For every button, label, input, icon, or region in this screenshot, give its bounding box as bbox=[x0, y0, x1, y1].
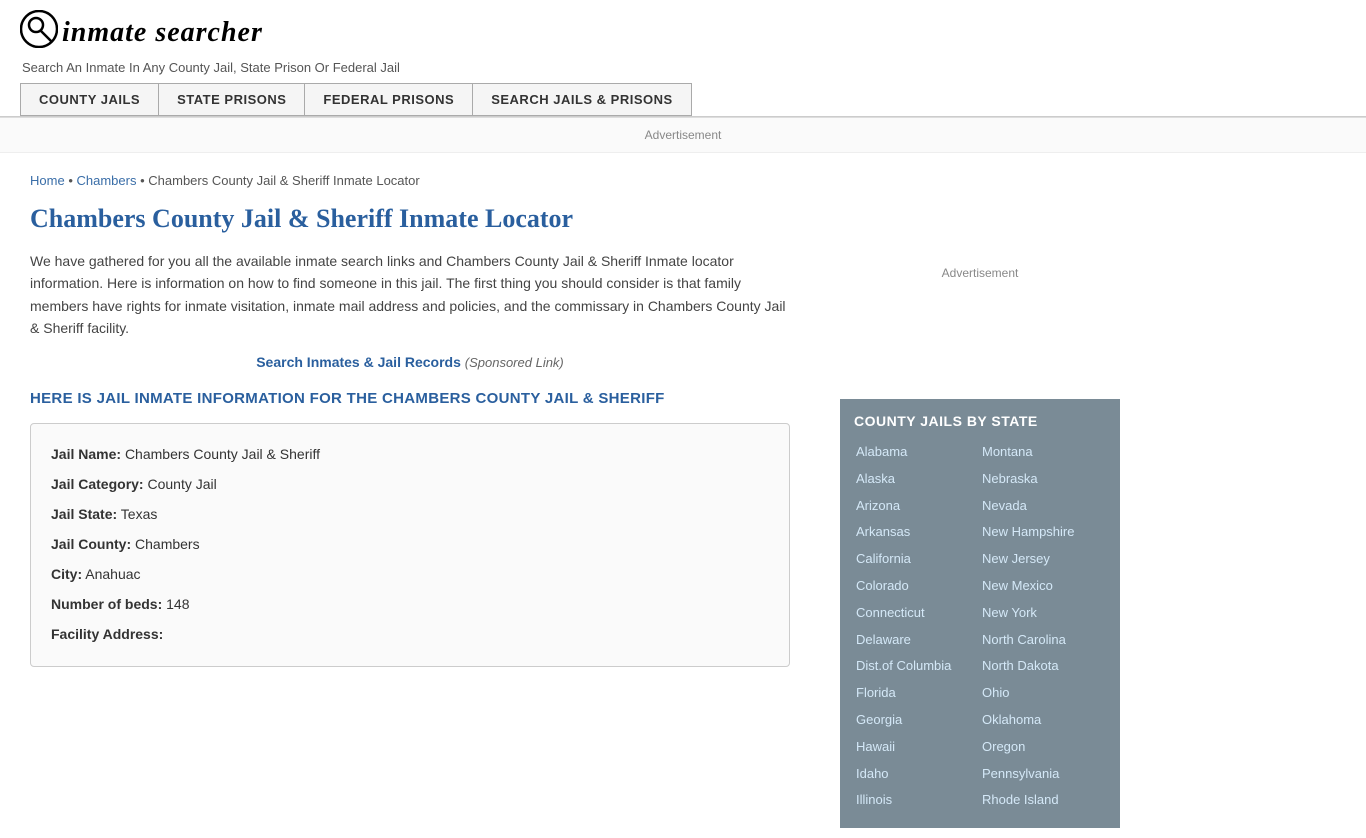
state-link[interactable]: Alabama bbox=[854, 439, 980, 466]
state-link[interactable]: New Hampshire bbox=[980, 519, 1106, 546]
breadcrumb: Home • Chambers • Chambers County Jail &… bbox=[30, 173, 790, 188]
jail-category-label: Jail Category: bbox=[51, 476, 144, 492]
address-field: Facility Address: bbox=[51, 620, 769, 648]
main-layout: Home • Chambers • Chambers County Jail &… bbox=[0, 153, 1366, 838]
nav-federal-prisons[interactable]: FEDERAL PRISONS bbox=[304, 83, 473, 116]
jail-info-box: Jail Name: Chambers County Jail & Sherif… bbox=[30, 423, 790, 667]
logo-area: inmate searcher bbox=[20, 10, 1346, 56]
beds-field: Number of beds: 148 bbox=[51, 590, 769, 618]
state-link[interactable]: New York bbox=[980, 600, 1106, 627]
sidebar: Advertisement COUNTY JAILS BY STATE Alab… bbox=[820, 153, 1140, 838]
states-col1: AlabamaAlaskaArizonaArkansasCaliforniaCo… bbox=[854, 439, 980, 814]
page-description: We have gathered for you all the availab… bbox=[30, 250, 790, 340]
logo-icon bbox=[20, 10, 58, 56]
beds-label: Number of beds: bbox=[51, 596, 162, 612]
jail-category-field: Jail Category: County Jail bbox=[51, 470, 769, 498]
state-link[interactable]: Florida bbox=[854, 680, 980, 707]
state-link[interactable]: New Mexico bbox=[980, 573, 1106, 600]
jail-state-value: Texas bbox=[121, 506, 158, 522]
state-link[interactable]: North Dakota bbox=[980, 653, 1106, 680]
city-value: Anahuac bbox=[85, 566, 140, 582]
state-link[interactable]: Oregon bbox=[980, 734, 1106, 761]
nav-county-jails[interactable]: COUNTY JAILS bbox=[20, 83, 159, 116]
state-link[interactable]: Nevada bbox=[980, 493, 1106, 520]
jail-county-label: Jail County: bbox=[51, 536, 131, 552]
state-link[interactable]: Nebraska bbox=[980, 466, 1106, 493]
state-link[interactable]: Delaware bbox=[854, 627, 980, 654]
info-heading: HERE IS JAIL INMATE INFORMATION FOR THE … bbox=[30, 390, 790, 407]
search-inmates-link[interactable]: Search Inmates & Jail Records bbox=[256, 354, 461, 370]
state-link[interactable]: Connecticut bbox=[854, 600, 980, 627]
breadcrumb-home[interactable]: Home bbox=[30, 173, 65, 188]
breadcrumb-chambers[interactable]: Chambers bbox=[77, 173, 137, 188]
jail-name-field: Jail Name: Chambers County Jail & Sherif… bbox=[51, 440, 769, 468]
state-link[interactable]: California bbox=[854, 546, 980, 573]
state-link[interactable]: Montana bbox=[980, 439, 1106, 466]
address-label: Facility Address: bbox=[51, 626, 163, 642]
state-link[interactable]: Pennsylvania bbox=[980, 761, 1106, 788]
city-label: City: bbox=[51, 566, 82, 582]
state-link[interactable]: Oklahoma bbox=[980, 707, 1106, 734]
county-jails-by-state: COUNTY JAILS BY STATE AlabamaAlaskaArizo… bbox=[840, 399, 1120, 828]
state-link[interactable]: Alaska bbox=[854, 466, 980, 493]
main-content: Home • Chambers • Chambers County Jail &… bbox=[0, 153, 820, 838]
jail-name-value: Chambers County Jail & Sheriff bbox=[125, 446, 320, 462]
state-link[interactable]: Idaho bbox=[854, 761, 980, 788]
jail-state-label: Jail State: bbox=[51, 506, 117, 522]
sponsored-text: (Sponsored Link) bbox=[465, 355, 564, 370]
header: inmate searcher Search An Inmate In Any … bbox=[0, 0, 1366, 117]
page-title: Chambers County Jail & Sheriff Inmate Lo… bbox=[30, 204, 790, 234]
state-link[interactable]: Colorado bbox=[854, 573, 980, 600]
states-col2: MontanaNebraskaNevadaNew HampshireNew Je… bbox=[980, 439, 1106, 814]
jail-county-field: Jail County: Chambers bbox=[51, 530, 769, 558]
search-link-area: Search Inmates & Jail Records (Sponsored… bbox=[30, 354, 790, 370]
state-link[interactable]: Georgia bbox=[854, 707, 980, 734]
state-link[interactable]: Dist.of Columbia bbox=[854, 653, 980, 680]
state-link[interactable]: North Carolina bbox=[980, 627, 1106, 654]
top-ad-bar: Advertisement bbox=[0, 118, 1366, 153]
main-nav: COUNTY JAILS STATE PRISONS FEDERAL PRISO… bbox=[20, 83, 1346, 116]
state-link[interactable]: Arizona bbox=[854, 493, 980, 520]
state-link[interactable]: Rhode Island bbox=[980, 787, 1106, 814]
sidebar-ad: Advertisement bbox=[840, 163, 1120, 383]
nav-search-jails[interactable]: SEARCH JAILS & PRISONS bbox=[472, 83, 691, 116]
jail-county-value: Chambers bbox=[135, 536, 200, 552]
jail-name-label: Jail Name: bbox=[51, 446, 121, 462]
state-link[interactable]: Ohio bbox=[980, 680, 1106, 707]
county-jails-heading: COUNTY JAILS BY STATE bbox=[854, 413, 1106, 429]
site-logo[interactable]: inmate searcher bbox=[62, 17, 263, 49]
breadcrumb-current: Chambers County Jail & Sheriff Inmate Lo… bbox=[148, 173, 419, 188]
state-link[interactable]: Hawaii bbox=[854, 734, 980, 761]
site-tagline: Search An Inmate In Any County Jail, Sta… bbox=[20, 60, 1346, 75]
state-link[interactable]: New Jersey bbox=[980, 546, 1106, 573]
jail-state-field: Jail State: Texas bbox=[51, 500, 769, 528]
states-grid: AlabamaAlaskaArizonaArkansasCaliforniaCo… bbox=[854, 439, 1106, 814]
nav-state-prisons[interactable]: STATE PRISONS bbox=[158, 83, 305, 116]
breadcrumb-sep1: • bbox=[68, 173, 73, 188]
jail-category-value: County Jail bbox=[147, 476, 216, 492]
beds-value: 148 bbox=[166, 596, 189, 612]
state-link[interactable]: Illinois bbox=[854, 787, 980, 814]
state-link[interactable]: Arkansas bbox=[854, 519, 980, 546]
city-field: City: Anahuac bbox=[51, 560, 769, 588]
